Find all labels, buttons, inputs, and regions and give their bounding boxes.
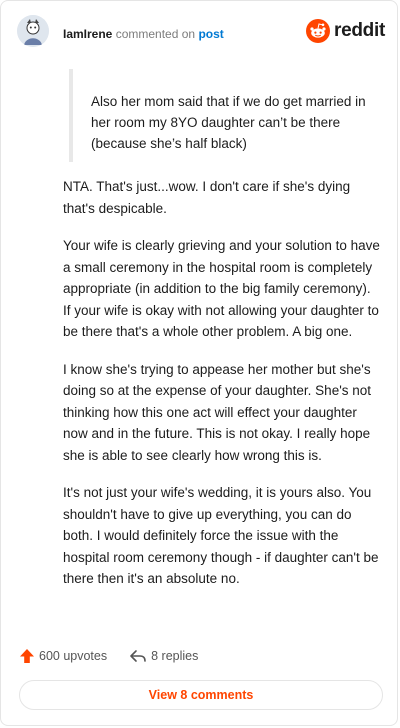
comment-paragraph: I know she's trying to appease her mothe… [63, 361, 372, 463]
post-link[interactable]: post [198, 27, 223, 41]
upvote-count: 600 upvotes [39, 649, 108, 663]
view-comments-button[interactable]: View 8 comments [19, 680, 383, 710]
reddit-snoo-icon [306, 19, 331, 43]
comment-paragraph: Your wife is clearly grieving and your s… [63, 238, 380, 339]
replies-button[interactable]: 8 replies [129, 648, 198, 664]
quoted-text: Also her mom said that if we do get marr… [69, 69, 369, 162]
comment-header: IamIrene commented on post reddit [17, 15, 385, 55]
reply-arrow-icon [130, 650, 146, 662]
user-avatar-icon[interactable] [17, 15, 49, 47]
byline-action: commented on [115, 27, 196, 41]
reply-count: 8 replies [151, 649, 199, 663]
comment-body: NTA. That's just...wow. I don't care if … [63, 176, 381, 606]
comment-stats: 600 upvotes 8 replies [19, 646, 198, 666]
comment-card: IamIrene commented on post reddit Also h… [0, 0, 398, 726]
comment-paragraph: NTA. That's just...wow. I don't care if … [63, 179, 351, 216]
byline: IamIrene commented on post [63, 27, 224, 41]
reddit-wordmark: reddit [334, 20, 385, 41]
reddit-brand[interactable]: reddit [306, 19, 385, 43]
upvote-arrow-icon [20, 649, 34, 663]
username-link[interactable]: IamIrene [63, 27, 112, 41]
upvote-button[interactable]: 600 upvotes [19, 648, 107, 664]
comment-paragraph: It's not just your wife's wedding, it is… [63, 485, 379, 586]
